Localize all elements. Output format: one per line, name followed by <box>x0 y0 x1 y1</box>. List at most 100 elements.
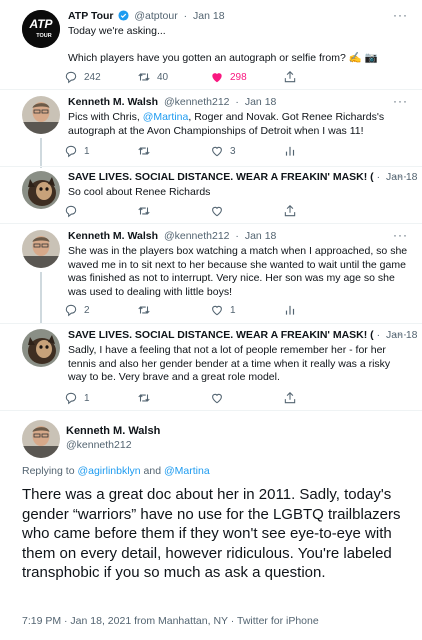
more-options-icon[interactable]: ··· <box>393 327 408 341</box>
heart-icon <box>212 206 222 217</box>
retweet-button[interactable]: 40 <box>137 70 210 84</box>
tweet-text: Today we're asking... Which players have… <box>68 25 408 65</box>
avatar-savelives[interactable] <box>22 329 60 367</box>
tweet-actions: 242 40 298 <box>64 70 356 84</box>
retweet-button[interactable] <box>137 144 210 158</box>
share-button[interactable] <box>283 204 356 218</box>
heart-icon <box>212 393 222 404</box>
reply-icon <box>65 145 77 158</box>
retweet-button[interactable] <box>137 391 210 405</box>
author-handle[interactable]: @kenneth212 <box>164 96 230 108</box>
retweet-icon <box>138 147 150 155</box>
author-handle[interactable]: @atptour <box>134 10 177 22</box>
tweet-savelives-1[interactable]: SAVE LIVES. SOCIAL DISTANCE. WEAR A FREA… <box>0 169 422 223</box>
like-button[interactable]: 3 <box>210 144 283 158</box>
avatar-kenneth[interactable] <box>22 230 60 268</box>
tweet-time[interactable]: Jan 18 <box>245 230 277 242</box>
reply-icon <box>65 392 77 405</box>
reply-button[interactable] <box>64 204 137 218</box>
analytics-button[interactable] <box>283 144 356 158</box>
author-name[interactable]: SAVE LIVES. SOCIAL DISTANCE. WEAR A FREA… <box>68 171 374 183</box>
reply-icon <box>65 304 77 317</box>
svg-text:TOUR: TOUR <box>36 33 52 39</box>
reply-button[interactable]: 1 <box>64 144 137 158</box>
retweet-button[interactable] <box>137 204 210 218</box>
author-handle[interactable]: · <box>377 171 381 183</box>
author-name[interactable]: Kenneth M. Walsh <box>68 230 158 242</box>
mention-link[interactable]: @Martina <box>143 111 189 123</box>
reply-count: 2 <box>84 304 90 316</box>
like-button[interactable] <box>210 204 283 218</box>
retweet-button[interactable] <box>137 303 210 317</box>
and-label: and <box>140 465 164 477</box>
analytics-icon <box>285 146 295 156</box>
share-button[interactable] <box>283 391 356 405</box>
reply-button[interactable]: 1 <box>64 391 137 405</box>
author-name[interactable]: Kenneth M. Walsh <box>68 96 158 108</box>
tweet-text-line: Which players have you gotten an autogra… <box>68 51 378 64</box>
retweet-count: 40 <box>157 71 169 83</box>
tweet-text-line: Today we're asking... <box>68 25 166 37</box>
divider <box>0 89 422 90</box>
tweet-time[interactable]: Jan 18 <box>193 10 225 22</box>
retweet-icon <box>138 306 150 314</box>
tweet-text: So cool about Renee Richards <box>68 186 408 200</box>
like-button[interactable]: 298 <box>210 70 283 84</box>
reply-button[interactable]: 242 <box>64 70 137 84</box>
tweet-kenneth-1[interactable]: Kenneth M. Walsh @kenneth212 · Jan 18 ··… <box>0 94 422 168</box>
avatar-kenneth[interactable] <box>22 420 60 458</box>
more-options-icon[interactable]: ··· <box>393 8 408 22</box>
tweet-header: ATP Tour @atptour · Jan 18 <box>68 10 225 24</box>
reply-icon <box>65 71 77 84</box>
like-button[interactable] <box>210 391 283 405</box>
tweet-header: SAVE LIVES. SOCIAL DISTANCE. WEAR A FREA… <box>68 329 418 341</box>
share-button[interactable] <box>283 70 356 84</box>
dot-separator: · <box>235 230 239 242</box>
thread-line <box>40 272 42 324</box>
replying-to: Replying to @agirlinbklyn and @Martina <box>22 465 210 477</box>
share-icon <box>284 205 296 217</box>
reply-count: 1 <box>84 145 90 157</box>
like-button[interactable]: 1 <box>210 303 283 317</box>
author-handle[interactable]: @kenneth212 <box>164 230 230 242</box>
tweet-text: She was in the players box watching a ma… <box>68 245 408 299</box>
tweet-savelives-2[interactable]: SAVE LIVES. SOCIAL DISTANCE. WEAR A FREA… <box>0 327 422 409</box>
tweet-text-line: She was in the players box watching a ma… <box>68 245 408 298</box>
dot-separator: · <box>235 96 239 108</box>
author-name[interactable]: ATP Tour <box>68 10 114 22</box>
tweet-atp[interactable]: ATP TOUR ATP Tour @atptour · Jan 18 ··· … <box>0 8 422 90</box>
mention-link[interactable]: @agirlinbklyn <box>77 465 140 477</box>
tweet-header: Kenneth M. Walsh @kenneth212 · Jan 18 <box>68 96 276 108</box>
tweet-time[interactable]: Jan 18 <box>245 96 277 108</box>
analytics-icon <box>285 305 295 315</box>
author-handle[interactable]: @kenneth212 <box>66 439 132 451</box>
avatar-savelives[interactable] <box>22 171 60 209</box>
retweet-icon <box>138 207 150 215</box>
analytics-button[interactable] <box>283 303 356 317</box>
verified-badge-icon <box>118 10 129 24</box>
tweet-text: Sadly, I have a feeling that not a lot o… <box>68 344 408 385</box>
svg-text:ATP: ATP <box>28 17 53 31</box>
tweet-meta[interactable]: 7:19 PM · Jan 18, 2021 from Manhattan, N… <box>22 615 319 627</box>
author-name[interactable]: SAVE LIVES. SOCIAL DISTANCE. WEAR A FREA… <box>68 329 374 341</box>
more-options-icon[interactable]: ··· <box>393 94 408 108</box>
heart-icon <box>212 146 222 157</box>
reply-count: 242 <box>84 71 101 83</box>
more-options-icon[interactable]: ··· <box>393 169 408 183</box>
heart-icon <box>212 305 222 316</box>
more-options-icon[interactable]: ··· <box>393 228 408 242</box>
tweet-text-line: Sadly, I have a feeling that not a lot o… <box>68 344 391 383</box>
author-handle[interactable]: · <box>377 329 381 341</box>
tweet-header: SAVE LIVES. SOCIAL DISTANCE. WEAR A FREA… <box>68 171 418 183</box>
tweet-header: Kenneth M. Walsh @kenneth212 · Jan 18 <box>68 230 276 242</box>
tweet-text: Pics with Chris, @Martina, Roger and Nov… <box>68 111 408 138</box>
focused-tweet-text: There was a great doc about her in 2011.… <box>22 486 401 582</box>
tweet-kenneth-2[interactable]: Kenneth M. Walsh @kenneth212 · Jan 18 ··… <box>0 228 422 325</box>
author-name[interactable]: Kenneth M. Walsh <box>66 425 160 437</box>
avatar-kenneth[interactable] <box>22 96 60 134</box>
avatar-atp[interactable]: ATP TOUR <box>22 10 60 48</box>
tweet-text-line: Pics with Chris, @Martina, Roger and Nov… <box>68 111 408 138</box>
mention-link[interactable]: @Martina <box>164 465 210 477</box>
like-count: 3 <box>230 145 236 157</box>
reply-button[interactable]: 2 <box>64 303 137 317</box>
